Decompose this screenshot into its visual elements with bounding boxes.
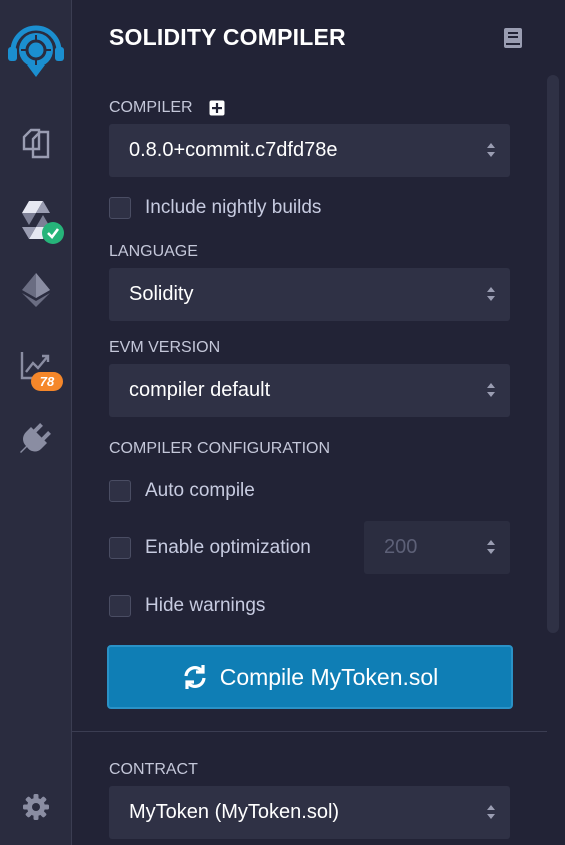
auto-compile-label: Auto compile xyxy=(145,480,255,501)
file-explorer-icon[interactable] xyxy=(0,120,71,168)
add-compiler-icon[interactable] xyxy=(209,100,225,116)
compiler-label: COMPILER xyxy=(109,99,193,116)
include-nightly-checkbox[interactable] xyxy=(109,197,131,219)
compiler-configuration-label: COMPILER CONFIGURATION xyxy=(109,440,331,457)
contract-value: MyToken (MyToken.sol) xyxy=(129,801,340,823)
hide-warnings-label: Hide warnings xyxy=(145,595,266,616)
compile-button[interactable]: Compile MyToken.sol xyxy=(107,645,513,709)
documentation-book-icon[interactable] xyxy=(503,27,523,54)
contract-label: CONTRACT xyxy=(109,761,198,778)
select-arrows-icon xyxy=(487,143,495,157)
panel-title: SOLIDITY COMPILER xyxy=(109,24,346,50)
language-label: LANGUAGE xyxy=(109,243,198,260)
remix-logo-icon[interactable] xyxy=(0,20,71,80)
plugin-manager-icon[interactable] xyxy=(0,414,71,462)
hide-warnings-checkbox[interactable] xyxy=(109,595,131,617)
stepper-arrows-icon[interactable] xyxy=(486,537,496,557)
select-arrows-icon xyxy=(487,383,495,397)
include-nightly-label: Include nightly builds xyxy=(145,197,322,218)
compile-button-label: Compile MyToken.sol xyxy=(219,663,439,690)
section-divider xyxy=(72,731,547,732)
select-arrows-icon xyxy=(487,287,495,301)
panel-scrollbar[interactable] xyxy=(547,75,559,633)
evm-version-select[interactable]: compiler default xyxy=(109,364,510,417)
enable-optimization-checkbox[interactable] xyxy=(109,537,131,559)
compiler-label-row: COMPILER xyxy=(109,99,225,117)
enable-optimization-label: Enable optimization xyxy=(145,537,311,558)
solidity-compiler-panel: SOLIDITY COMPILER COMPILER 0.8.0+commit.… xyxy=(72,0,565,845)
icon-sidebar: 78 xyxy=(0,0,72,845)
evm-version-label: EVM VERSION xyxy=(109,339,221,356)
enable-optimization-row[interactable]: Enable optimization xyxy=(109,537,311,559)
auto-compile-checkbox[interactable] xyxy=(109,480,131,502)
include-nightly-row[interactable]: Include nightly builds xyxy=(109,197,321,219)
language-select[interactable]: Solidity xyxy=(109,268,510,321)
optimization-runs-input[interactable]: 200 xyxy=(364,521,510,574)
compiler-version-value: 0.8.0+commit.c7dfd78e xyxy=(129,139,338,161)
settings-gear-icon[interactable] xyxy=(0,784,71,830)
compiler-version-select[interactable]: 0.8.0+commit.c7dfd78e xyxy=(109,124,510,177)
compile-success-icon xyxy=(42,222,64,244)
hide-warnings-row[interactable]: Hide warnings xyxy=(109,595,265,617)
select-arrows-icon xyxy=(487,805,495,819)
evm-version-value: compiler default xyxy=(129,379,271,401)
optimization-runs-value: 200 xyxy=(384,536,418,558)
deploy-run-icon[interactable] xyxy=(0,266,71,314)
analysis-count-badge: 78 xyxy=(31,372,63,391)
refresh-icon xyxy=(182,664,208,690)
contract-select[interactable]: MyToken (MyToken.sol) xyxy=(109,786,510,839)
auto-compile-row[interactable]: Auto compile xyxy=(109,480,255,502)
language-value: Solidity xyxy=(129,283,194,305)
